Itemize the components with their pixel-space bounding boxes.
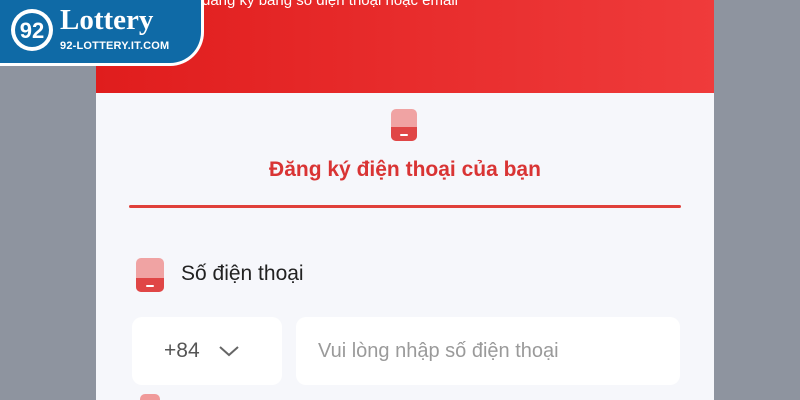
logo-domain: 92-LOTTERY.IT.COM <box>60 40 170 52</box>
header-subtitle: đăng ký bằng số điện thoại hoặc email <box>202 0 459 9</box>
phone-number-input[interactable] <box>296 317 680 385</box>
logo-name: Lottery <box>60 4 154 36</box>
phone-field-label: Số điện thoại <box>181 262 304 285</box>
tab-phone-register[interactable]: Đăng ký điện thoại của bạn <box>96 158 714 182</box>
chevron-down-icon <box>218 346 239 357</box>
phone-icon <box>391 109 417 141</box>
brand-logo[interactable]: 92 Lottery 92-LOTTERY.IT.COM <box>0 0 204 66</box>
country-code-select[interactable]: +84 <box>132 317 282 385</box>
next-field-icon <box>140 394 160 400</box>
logo-emblem-icon: 92 <box>11 9 53 51</box>
country-code-value: +84 <box>164 339 200 362</box>
svg-text:92: 92 <box>20 18 44 43</box>
tab-active-indicator <box>129 205 681 208</box>
phone-icon <box>136 258 164 292</box>
